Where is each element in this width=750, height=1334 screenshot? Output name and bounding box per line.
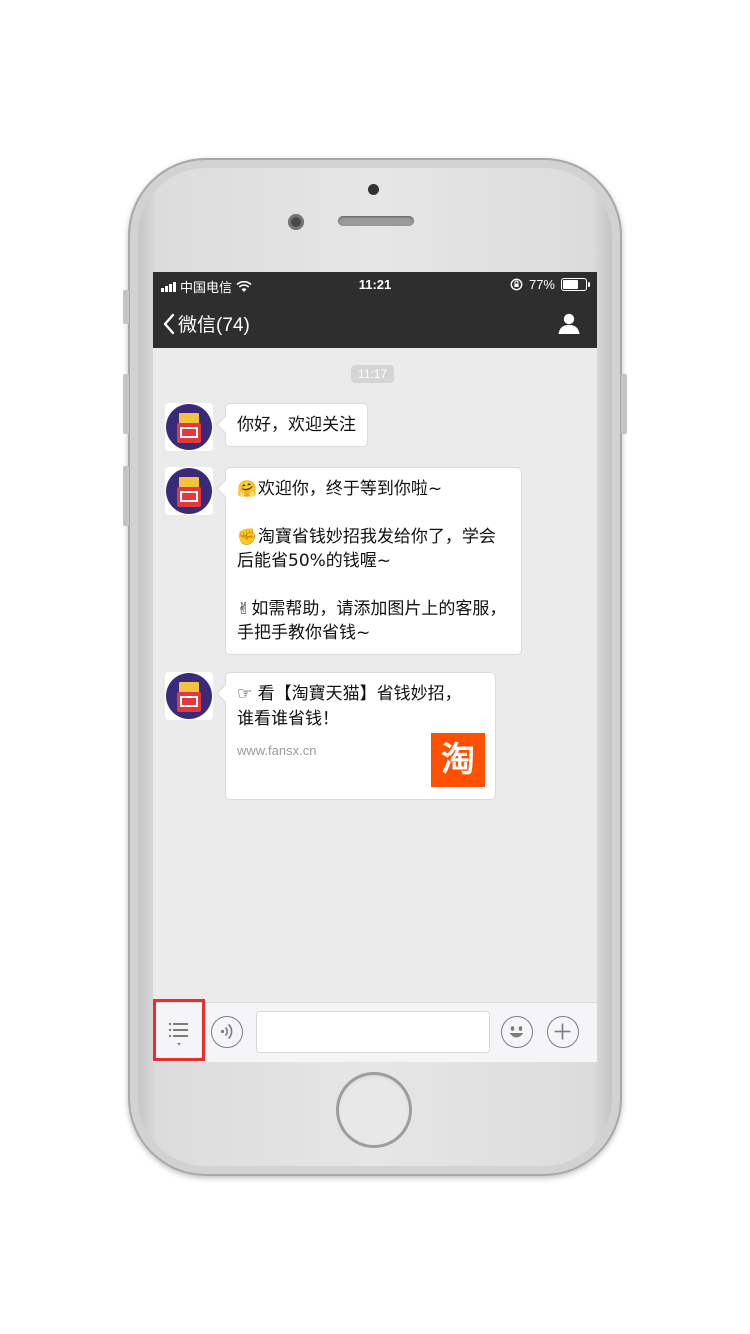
emoji-button[interactable] bbox=[501, 1016, 533, 1048]
battery-level bbox=[563, 280, 579, 289]
taobao-avatar-icon bbox=[166, 468, 212, 514]
front-camera bbox=[288, 214, 304, 230]
taobao-avatar-icon bbox=[166, 673, 212, 719]
message-text: 你好，欢迎关注 bbox=[237, 415, 356, 435]
chevron-left-icon bbox=[163, 313, 175, 334]
paragraph-text: 如需帮助，请添加图片上的客服，手把手教你省钱~ bbox=[237, 599, 507, 643]
timestamp-pill: 11:17 bbox=[351, 365, 395, 383]
message-paragraph: 🤗欢迎你，终于等到你啦~ bbox=[237, 477, 510, 501]
profile-button[interactable] bbox=[557, 311, 581, 339]
paragraph-text: 淘寶省钱妙招我发给你了，学会后能省50%的钱喔~ bbox=[237, 527, 496, 571]
more-button[interactable] bbox=[547, 1016, 579, 1048]
person-icon bbox=[558, 313, 580, 334]
avatar[interactable] bbox=[165, 403, 213, 451]
back-label: 微信(74) bbox=[178, 315, 250, 336]
status-bar: 中国电信 11:21 77% bbox=[153, 272, 597, 298]
rotation-lock-icon bbox=[510, 278, 523, 291]
plus-icon bbox=[554, 1023, 571, 1040]
battery-percent: 77% bbox=[528, 277, 555, 292]
input-bar bbox=[153, 999, 597, 1062]
taobao-avatar-icon bbox=[166, 404, 212, 450]
voice-icon bbox=[220, 1023, 233, 1040]
volume-down-button bbox=[123, 466, 129, 526]
smiley-icon bbox=[509, 1026, 524, 1038]
link-title: ☞ 看【淘寶天猫】省钱妙招，谁看谁省钱！ bbox=[237, 684, 462, 729]
message-paragraph: ✊淘寶省钱妙招我发给你了，学会后能省50%的钱喔~ bbox=[237, 525, 510, 573]
nav-bar: 微信(74) bbox=[153, 298, 597, 348]
home-button[interactable] bbox=[336, 1072, 412, 1148]
list-menu-icon bbox=[168, 1022, 188, 1046]
avatar[interactable] bbox=[165, 467, 213, 515]
voice-button[interactable] bbox=[211, 1016, 243, 1048]
message-bubble[interactable]: 🤗欢迎你，终于等到你啦~ ✊淘寶省钱妙招我发给你了，学会后能省50%的钱喔~ ✌… bbox=[225, 467, 522, 655]
back-button[interactable]: 微信(74) bbox=[163, 310, 250, 337]
earpiece-speaker bbox=[338, 216, 414, 226]
volume-up-button bbox=[123, 374, 129, 434]
fist-emoji-icon: ✊ bbox=[237, 527, 257, 546]
mute-switch bbox=[123, 290, 129, 324]
link-card[interactable]: ☞ 看【淘寶天猫】省钱妙招，谁看谁省钱！ www.fansx.cn 淘 bbox=[225, 672, 496, 800]
victory-hand-emoji-icon: ✌ bbox=[237, 599, 251, 618]
message-input[interactable] bbox=[256, 1011, 490, 1053]
power-button bbox=[621, 374, 627, 434]
menu-toggle-button[interactable] bbox=[153, 999, 205, 1061]
phone-screen: 中国电信 11:21 77% 微信(74) 11:17 你好，欢迎关注 🤗欢迎你… bbox=[153, 272, 597, 1062]
paragraph-text: 欢迎你，终于等到你啦~ bbox=[257, 479, 443, 499]
taobao-logo-thumbnail: 淘 bbox=[431, 733, 485, 787]
battery-icon bbox=[561, 278, 590, 291]
proximity-sensor bbox=[368, 184, 379, 195]
avatar[interactable] bbox=[165, 672, 213, 720]
message-bubble[interactable]: 你好，欢迎关注 bbox=[225, 403, 368, 447]
chat-area[interactable]: 11:17 你好，欢迎关注 🤗欢迎你，终于等到你啦~ ✊淘寶省钱妙招我发给你了，… bbox=[153, 348, 597, 1002]
message-paragraph: ✌如需帮助，请添加图片上的客服，手把手教你省钱~ bbox=[237, 597, 510, 645]
status-right: 77% bbox=[510, 277, 590, 292]
hug-emoji-icon: 🤗 bbox=[237, 479, 257, 498]
